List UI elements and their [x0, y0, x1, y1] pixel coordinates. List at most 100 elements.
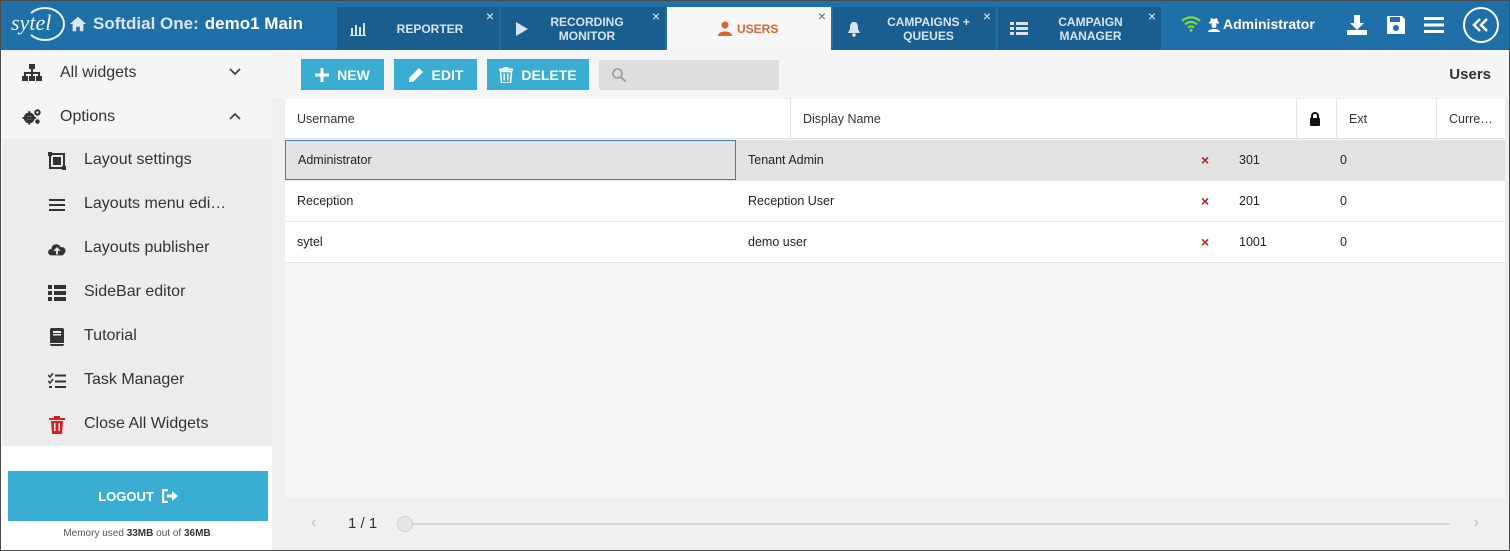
new-button[interactable]: NEW [301, 59, 384, 90]
logout-button[interactable]: LOGOUT [8, 471, 268, 521]
close-icon[interactable]: × [652, 8, 660, 24]
page-slider-track[interactable] [405, 523, 1450, 525]
top-header: sytel Softdial One: demo1 Main REPORTER … [1, 1, 1509, 50]
sidebar-item-tutorial[interactable]: Tutorial [2, 315, 272, 359]
tab-campaigns-queues[interactable]: CAMPAIGNS + QUEUES × [833, 7, 996, 50]
logout-label: LOGOUT [98, 488, 154, 504]
cell-ext: 301 [1239, 153, 1260, 167]
close-icon[interactable]: × [818, 8, 826, 24]
cell-username: Reception [297, 194, 354, 208]
search-input[interactable] [635, 64, 771, 86]
tab-recording-monitor[interactable]: RECORDING MONITOR × [501, 7, 665, 50]
home-icon[interactable] [69, 15, 87, 33]
column-header-display-name[interactable]: Display Name [791, 99, 1297, 139]
table-row[interactable]: Administrator Tenant Admin × 301 0 [285, 140, 1505, 181]
page-slider-handle[interactable] [397, 516, 413, 532]
close-icon[interactable]: × [1148, 8, 1156, 24]
environment-name: demo1 Main [204, 14, 304, 33]
lock-icon [1310, 112, 1320, 126]
cell-current: 0 [1340, 194, 1347, 208]
edit-label: EDIT [431, 66, 464, 83]
table-row[interactable]: Reception Reception User × 201 0 [285, 181, 1505, 222]
memory-usage: Memory used 33MB out of 36MB [63, 528, 211, 539]
sidebar-section-options[interactable]: Options [2, 95, 272, 139]
sidebar-item-sidebar-editor[interactable]: SideBar editor [2, 271, 272, 315]
book-icon [47, 327, 67, 347]
cell-display-name: demo user [748, 235, 808, 249]
hamburger-menu-button[interactable] [1422, 13, 1446, 37]
page-indicator: 1 / 1 [348, 515, 378, 532]
sidebar-item-label: Layouts menu edi… [84, 195, 227, 212]
sidebar-item-label: Layout settings [84, 151, 192, 168]
cell-display-name: Tenant Admin [748, 153, 824, 167]
app-name: Softdial One: [93, 14, 199, 33]
next-page-button[interactable]: › [1474, 514, 1479, 532]
column-header-ext[interactable]: Ext [1337, 99, 1437, 139]
sidebar-item-layouts-publisher[interactable]: Layouts publisher [2, 227, 272, 271]
users-panel: NEW EDIT DELETE Users Username Display N… [272, 50, 1509, 550]
sidebar-item-task-manager[interactable]: Task Manager [2, 359, 272, 403]
panel-title: Users [1449, 66, 1491, 83]
previous-page-button[interactable]: ‹ [311, 514, 316, 532]
tab-label: USERS [737, 21, 779, 36]
close-icon[interactable]: × [983, 8, 991, 24]
save-button[interactable] [1384, 13, 1408, 37]
menu-lines-icon [47, 195, 67, 215]
sign-out-icon [161, 489, 178, 503]
grid-list-icon [1008, 21, 1030, 36]
floppy-disk-icon [1387, 16, 1405, 34]
sidebar-item-label: Tutorial [84, 327, 137, 344]
sidebar-item-label: SideBar editor [84, 283, 186, 300]
column-header-username[interactable]: Username [285, 99, 791, 139]
double-chevron-left-icon [1472, 18, 1488, 32]
tasks-icon [47, 371, 67, 391]
sidebar-section-label: Options [60, 108, 116, 125]
sidebar-section-label: All widgets [60, 64, 137, 81]
wifi-icon [1181, 16, 1201, 32]
sidebar-item-label: Task Manager [84, 371, 185, 388]
column-header-current[interactable]: Curre… [1437, 99, 1505, 139]
close-icon[interactable]: × [486, 8, 494, 24]
tab-label: CAMPAIGN MANAGER [1058, 14, 1123, 43]
sidebar-item-close-all-widgets[interactable]: Close All Widgets [2, 403, 272, 447]
tab-label: REPORTER [396, 21, 464, 36]
current-user-name[interactable]: Administrator [1223, 16, 1315, 32]
search-icon [612, 68, 627, 83]
download-button[interactable] [1345, 13, 1369, 37]
tab-label: CAMPAIGNS + QUEUES [887, 14, 970, 43]
user-secret-icon [1208, 17, 1220, 32]
list-icon [47, 283, 67, 303]
table-header: Username Display Name Ext Curre… [285, 99, 1505, 139]
sidebar-item-layout-settings[interactable]: Layout settings [2, 139, 272, 183]
bell-icon [843, 21, 865, 37]
cell-ext: 1001 [1239, 235, 1267, 249]
app-title: Softdial One: demo1 Main [69, 14, 303, 34]
plus-icon [315, 67, 330, 82]
delete-label: DELETE [521, 66, 577, 83]
column-header-locked[interactable] [1297, 99, 1337, 139]
tab-reporter[interactable]: REPORTER × [337, 7, 499, 50]
tab-campaign-manager[interactable]: CAMPAIGN MANAGER × [998, 7, 1161, 50]
cloud-upload-icon [47, 239, 67, 259]
bar-chart-icon [347, 22, 369, 36]
trash-icon [47, 415, 67, 435]
sidebar-item-label: Layouts publisher [84, 239, 210, 256]
cell-current: 0 [1340, 235, 1347, 249]
edit-button[interactable]: EDIT [394, 59, 477, 90]
tab-users[interactable]: USERS × [667, 7, 831, 50]
sidebar: All widgets Options Layout settings Layo… [2, 50, 272, 550]
collapse-panel-button[interactable] [1463, 7, 1499, 43]
pencil-icon [408, 67, 423, 82]
table-row[interactable]: sytel demo user × 1001 0 [285, 222, 1505, 263]
sytel-logo: sytel [7, 7, 65, 41]
cell-current: 0 [1340, 153, 1347, 167]
sidebar-item-label: Close All Widgets [84, 415, 209, 432]
delete-button[interactable]: DELETE [487, 59, 589, 90]
cell-display-name: Reception User [748, 194, 835, 208]
cell-locked: × [1201, 193, 1210, 209]
sidebar-section-all-widgets[interactable]: All widgets [2, 51, 272, 95]
pagination-bar: ‹ 1 / 1 › [285, 498, 1505, 550]
play-icon [511, 21, 533, 37]
sidebar-item-layouts-menu-editor[interactable]: Layouts menu edi… [2, 183, 272, 227]
cell-locked: × [1201, 234, 1210, 250]
